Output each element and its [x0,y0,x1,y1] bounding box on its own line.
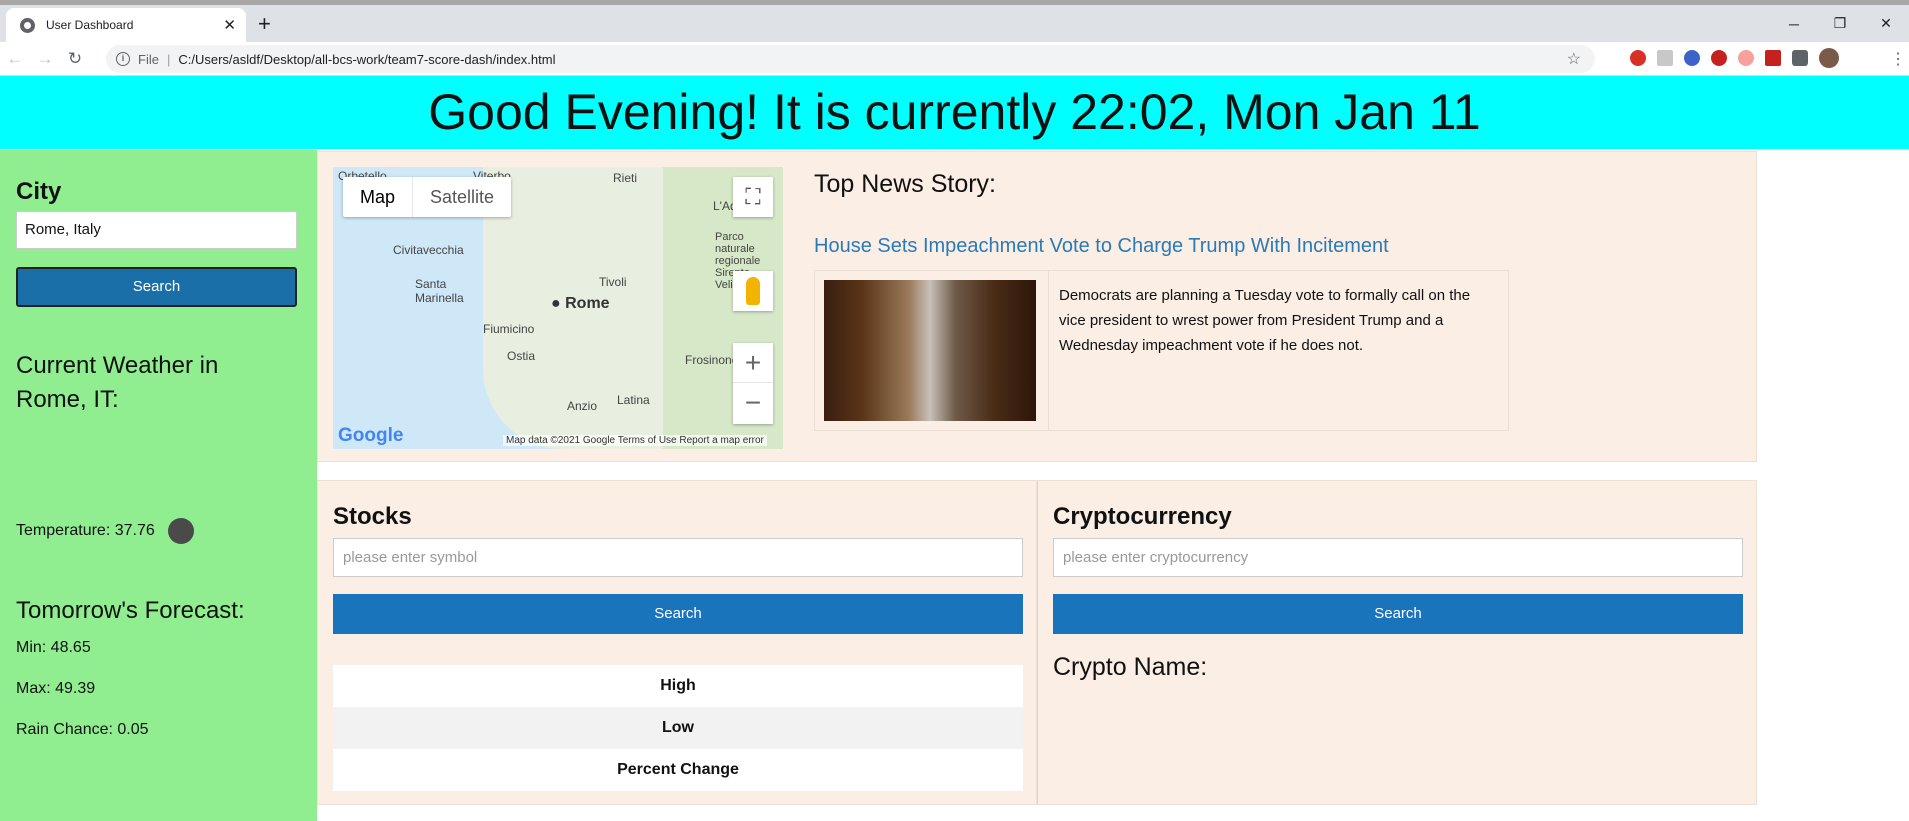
page: Good Evening! It is currently 22:02, Mon… [0,76,1909,821]
stocks-panel: Stocks please enter symbol Search High L… [317,480,1037,805]
tab-title: User Dashboard [46,18,134,32]
stock-row-percent-change: Percent Change [333,749,1023,791]
city-input[interactable]: Rome, Italy [16,211,297,249]
map-label: Anzio [567,399,598,413]
forecast-max: Max: 49.39 [16,680,96,697]
pegman-figure [746,277,760,305]
menu-icon[interactable]: ⋮ [1890,49,1906,69]
window-close-icon[interactable]: ✕ [1863,5,1909,42]
news-image [815,271,1049,430]
url-separator: | [166,51,171,67]
map-label: Santa Marinella [415,277,464,305]
avatar[interactable] [1819,48,1839,68]
info-icon[interactable]: i [116,52,130,66]
zoom-control: + − [733,343,773,424]
map-city-name: Rome [565,295,610,312]
map-label: Fiumicino [483,322,535,336]
restore-icon[interactable]: ❐ [1817,5,1863,42]
map-news-panel: Orbetello Viterbo Rieti L'Aquila Parco n… [317,151,1757,462]
map-label: Frosinone [685,353,739,367]
crypto-input[interactable]: please enter cryptocurrency [1053,538,1743,577]
map-type-satellite-button[interactable]: Satellite [412,177,511,217]
forecast-rain: Rain Chance: 0.05 [16,721,149,738]
zoom-out-icon[interactable]: − [733,383,773,423]
crypto-panel: Cryptocurrency please enter cryptocurren… [1037,480,1757,805]
fullscreen-icon[interactable]: ⛶ [733,177,773,217]
map-label: Ostia [507,349,536,363]
news-summary: Democrats are planning a Tuesday vote to… [1059,287,1471,354]
map-label: Rieti [613,171,638,185]
news-photo [824,280,1036,421]
forecast-title: Tomorrow's Forecast: [16,597,245,624]
news-headline-link[interactable]: House Sets Impeachment Vote to Charge Tr… [814,235,1389,258]
browser-tab[interactable]: User Dashboard ✕ [6,8,246,42]
stock-symbol-input[interactable]: please enter symbol [333,538,1023,577]
vivaldi-icon[interactable] [1711,50,1727,66]
greeting-header: Good Evening! It is currently 22:02, Mon… [0,76,1909,149]
map-label: Tivoli [599,275,627,289]
stocks-title: Stocks [333,503,412,530]
close-icon[interactable]: ✕ [223,16,236,34]
news-heading: Top News Story: [814,170,997,198]
pegman-icon[interactable] [733,271,773,311]
arrow-extension-icon[interactable] [1738,50,1754,66]
reader-icon[interactable] [1657,50,1673,66]
url-scheme: File [138,51,159,67]
map-city-label: ● Rome [551,295,610,312]
weather-icon [167,518,194,544]
weather-sidebar: City Rome, Italy Search Current Weather … [0,150,317,821]
stock-search-button[interactable]: Search [333,594,1023,634]
address-bar[interactable]: i File | C:/Users/asldf/Desktop/all-bcs-… [106,45,1595,73]
city-search-button[interactable]: Search [16,267,297,307]
map-type-map-button[interactable]: Map [343,177,412,217]
map-attribution[interactable]: Map data ©2021 Google Terms of Use Repor… [503,435,767,446]
browser-tabstrip: User Dashboard ✕ + ─ ❐ ✕ [0,0,1909,42]
map-label: Civitavecchia [393,243,464,257]
globe-icon [20,17,35,33]
star-icon[interactable]: ☆ [1567,49,1581,69]
new-tab-button[interactable]: + [258,11,271,37]
zoom-in-icon[interactable]: + [733,343,773,383]
crypto-title: Cryptocurrency [1053,503,1232,530]
stock-row-high: High [333,665,1023,707]
map-label: Latina [617,393,650,407]
browser-toolbar: ← → ↻ i File | C:/Users/asldf/Desktop/al… [0,42,1909,76]
forward-icon[interactable]: → [30,49,60,69]
stock-row-low: Low [333,707,1023,749]
current-weather-title: Current Weather in Rome, IT: [16,352,219,413]
temperature-text: Temperature: 37.76 [16,522,155,539]
calendar-extension-icon[interactable] [1765,50,1781,66]
temperature-row: Temperature: 37.76 [16,518,194,544]
map-type-control: Map Satellite [343,177,512,217]
reload-icon[interactable]: ↻ [60,49,90,69]
google-map[interactable]: Orbetello Viterbo Rieti L'Aquila Parco n… [333,167,783,449]
back-icon[interactable]: ← [0,49,30,69]
minimize-icon[interactable]: ─ [1771,5,1817,42]
window-controls: ─ ❐ ✕ [1771,5,1909,42]
forecast-min: Min: 48.65 [16,639,91,656]
crypto-search-button[interactable]: Search [1053,594,1743,634]
url-text[interactable]: C:/Users/asldf/Desktop/all-bcs-work/team… [178,52,555,67]
adblock-icon[interactable] [1630,50,1646,66]
extensions-bar [1630,48,1839,68]
globe-extension-icon[interactable] [1684,50,1700,66]
puzzle-icon[interactable] [1792,50,1808,66]
news-card: Democrats are planning a Tuesday vote to… [814,270,1509,431]
crypto-name-label: Crypto Name: [1053,653,1208,681]
google-logo: Google [338,425,404,446]
city-label: City [16,178,62,205]
stock-table: High Low Percent Change [333,665,1023,791]
